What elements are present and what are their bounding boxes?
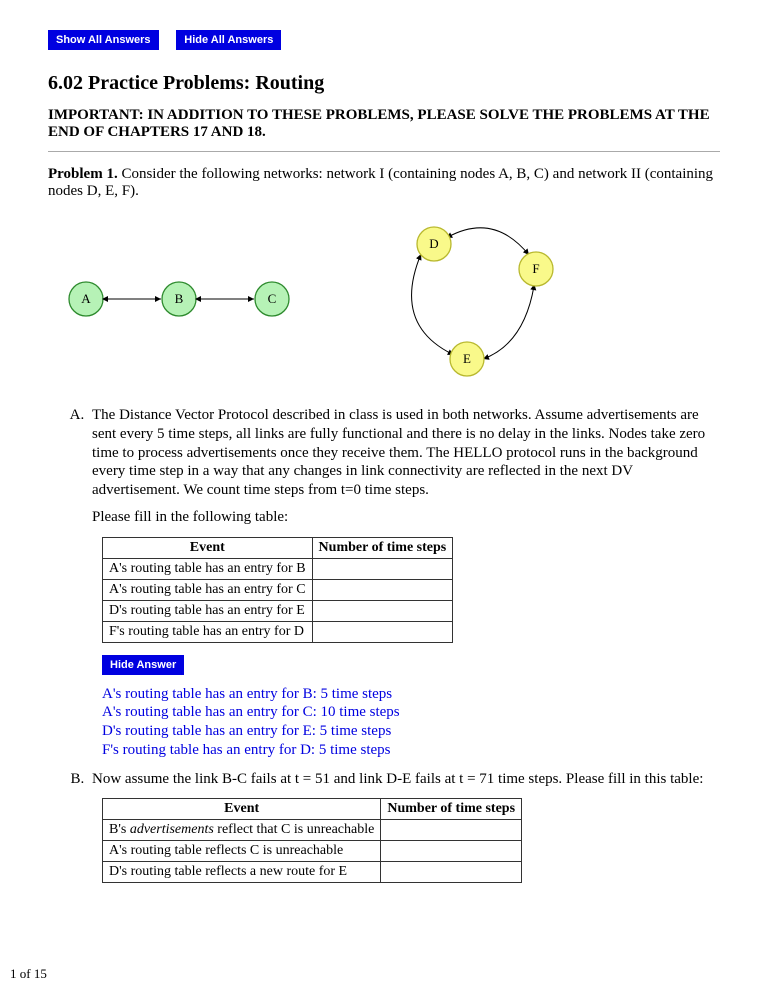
node-b-label: B: [175, 291, 184, 306]
important-note: IMPORTANT: IN ADDITION TO THESE PROBLEMS…: [48, 107, 720, 141]
event-cell: B's advertisements reflect that C is unr…: [103, 820, 381, 841]
part-a-answer: A's routing table has an entry for B: 5 …: [102, 685, 720, 760]
event-cell: A's routing table has an entry for B: [103, 558, 313, 579]
table-row: A's routing table has an entry for B: [103, 558, 453, 579]
header-steps: Number of time steps: [381, 799, 522, 820]
edge-fe: [483, 286, 534, 359]
problem-parts: The Distance Vector Protocol described i…: [48, 406, 720, 883]
steps-cell[interactable]: [312, 558, 453, 579]
answer-line: A's routing table has an entry for C: 10…: [102, 703, 720, 722]
network-2-diagram: D F E: [374, 214, 574, 384]
hide-all-button[interactable]: Hide All Answers: [176, 30, 281, 50]
table-row: F's routing table has an entry for D: [103, 621, 453, 642]
hide-button-wrap: Hide Answer: [102, 655, 720, 675]
part-b-text: Now assume the link B-C fails at t = 51 …: [92, 770, 720, 789]
page-title: 6.02 Practice Problems: Routing: [48, 72, 720, 95]
part-b-table: Event Number of time steps B's advertise…: [102, 798, 522, 883]
table-row: A's routing table has an entry for C: [103, 579, 453, 600]
node-a-label: A: [81, 291, 91, 306]
steps-cell[interactable]: [312, 600, 453, 621]
hide-answer-button[interactable]: Hide Answer: [102, 655, 184, 675]
table-row: D's routing table reflects a new route f…: [103, 862, 522, 883]
part-a-prompt: Please fill in the following table:: [92, 508, 720, 527]
table-header-row: Event Number of time steps: [103, 799, 522, 820]
part-a-table: Event Number of time steps A's routing t…: [102, 537, 453, 643]
answer-line: D's routing table has an entry for E: 5 …: [102, 722, 720, 741]
event-cell: D's routing table reflects a new route f…: [103, 862, 381, 883]
answer-line: A's routing table has an entry for B: 5 …: [102, 685, 720, 704]
part-b: Now assume the link B-C fails at t = 51 …: [88, 770, 720, 884]
table-row: B's advertisements reflect that C is unr…: [103, 820, 522, 841]
node-d-label: D: [429, 236, 438, 251]
problem-label: Problem 1.: [48, 166, 118, 182]
node-f-label: F: [532, 261, 539, 276]
node-e-label: E: [463, 351, 471, 366]
node-c-label: C: [268, 291, 277, 306]
edge-ed: [412, 254, 452, 354]
steps-cell[interactable]: [312, 579, 453, 600]
header-event: Event: [103, 537, 313, 558]
steps-cell[interactable]: [381, 820, 522, 841]
part-a-text: The Distance Vector Protocol described i…: [92, 406, 720, 500]
event-cell: F's routing table has an entry for D: [103, 621, 313, 642]
table-row: A's routing table reflects C is unreacha…: [103, 841, 522, 862]
problem-text: Consider the following networks: network…: [48, 166, 713, 199]
edge-df: [448, 228, 529, 255]
header-steps: Number of time steps: [312, 537, 453, 558]
header-event: Event: [103, 799, 381, 820]
show-all-button[interactable]: Show All Answers: [48, 30, 159, 50]
problem-1-intro: Problem 1. Consider the following networ…: [48, 166, 720, 200]
button-row: Show All Answers Hide All Answers: [48, 30, 720, 50]
event-cell: A's routing table reflects C is unreacha…: [103, 841, 381, 862]
event-cell: D's routing table has an entry for E: [103, 600, 313, 621]
steps-cell[interactable]: [381, 862, 522, 883]
part-a: The Distance Vector Protocol described i…: [88, 406, 720, 760]
table-header-row: Event Number of time steps: [103, 537, 453, 558]
answer-line: F's routing table has an entry for D: 5 …: [102, 741, 720, 760]
event-cell: A's routing table has an entry for C: [103, 579, 313, 600]
steps-cell[interactable]: [381, 841, 522, 862]
table-row: D's routing table has an entry for E: [103, 600, 453, 621]
steps-cell[interactable]: [312, 621, 453, 642]
network-1-diagram: A B C: [56, 259, 316, 339]
page-number: 1 of 15: [10, 966, 47, 982]
divider: [48, 151, 720, 152]
network-diagrams: A B C D F E: [56, 214, 720, 384]
